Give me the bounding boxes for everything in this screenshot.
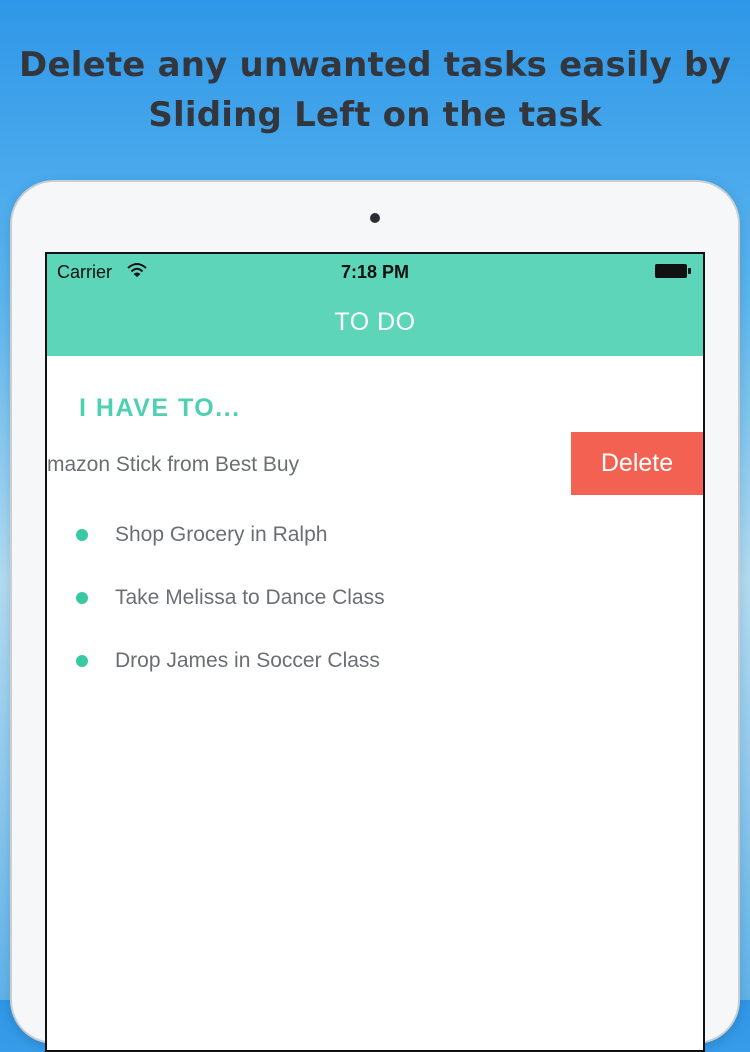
task-label: Drop James in Soccer Class xyxy=(115,649,380,672)
task-label: Take Melissa to Dance Class xyxy=(115,586,385,609)
bullet-icon xyxy=(76,655,88,667)
task-row[interactable]: Shop Grocery in Ralph xyxy=(47,503,703,566)
app-screen: Carrier 7:18 PM TO DO I HAVE TO... mazon… xyxy=(45,252,705,1052)
delete-button[interactable]: Delete xyxy=(571,432,703,495)
promo-headline-line1: Delete any unwanted tasks easily by xyxy=(19,45,731,85)
bullet-icon xyxy=(76,592,88,604)
task-row[interactable]: Drop James in Soccer Class xyxy=(47,629,703,692)
task-label: Shop Grocery in Ralph xyxy=(115,523,328,546)
status-time: 7:18 PM xyxy=(340,262,410,282)
battery-icon xyxy=(655,264,691,278)
bullet-icon xyxy=(76,529,88,541)
camera-icon xyxy=(370,213,380,223)
tablet-frame: Carrier 7:18 PM TO DO I HAVE TO... mazon… xyxy=(12,182,738,1052)
nav-title: TO DO xyxy=(334,308,416,336)
swiped-task-row[interactable]: mazon Stick from Best Buy Delete xyxy=(47,432,703,495)
nav-bar: TO DO xyxy=(47,288,703,356)
promo-headline: Delete any unwanted tasks easily by Slid… xyxy=(0,40,750,140)
section-title: I HAVE TO... xyxy=(79,394,241,422)
status-bar: Carrier 7:18 PM xyxy=(47,254,703,288)
task-row[interactable]: Take Melissa to Dance Class xyxy=(47,566,703,629)
swiped-task-label: mazon Stick from Best Buy xyxy=(47,453,300,476)
promo-headline-line2: Sliding Left on the task xyxy=(148,95,602,135)
